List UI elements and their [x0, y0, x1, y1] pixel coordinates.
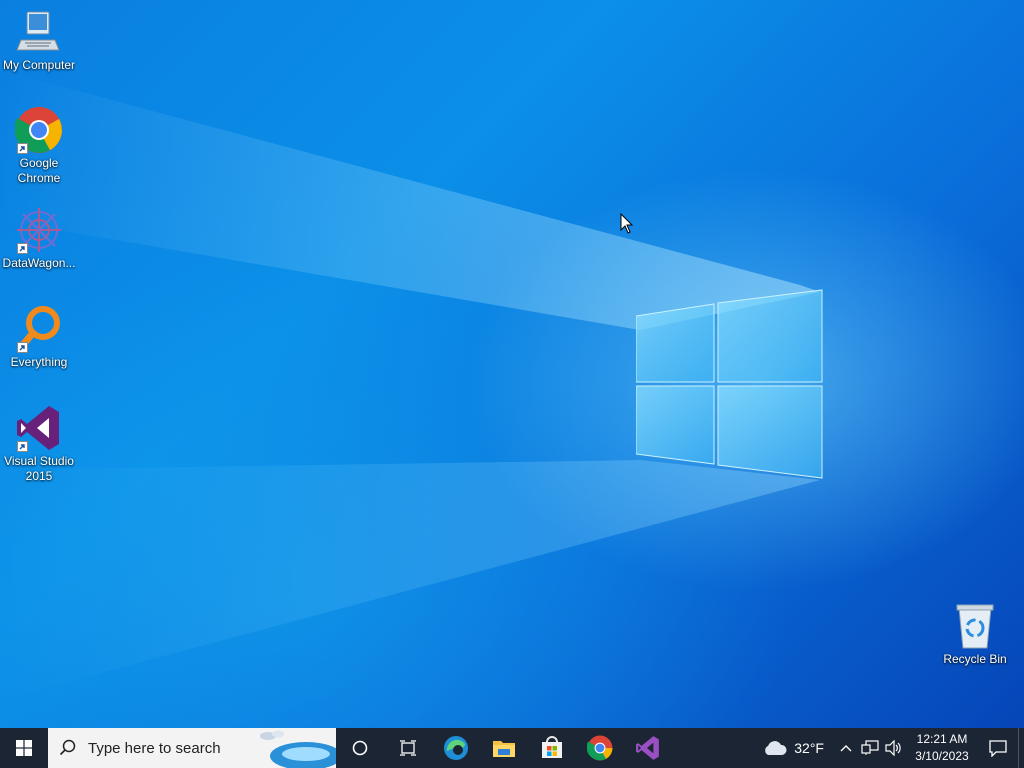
start-button[interactable]: [0, 728, 48, 768]
cortana-icon: [352, 740, 368, 756]
recycle-bin-icon: [951, 602, 999, 650]
icon-label: Google Chrome: [17, 156, 61, 185]
icon-label: Recycle Bin: [943, 652, 1007, 666]
chrome-icon: [14, 106, 63, 154]
desktop-icon-datawagon[interactable]: DataWagon...: [0, 206, 78, 271]
search-box[interactable]: Type here to search: [48, 728, 336, 768]
weather-widget[interactable]: 32°F: [752, 739, 834, 757]
taskbar-visual-studio[interactable]: [624, 728, 672, 768]
everything-search-icon: [15, 305, 63, 353]
shortcut-arrow-icon: [17, 243, 28, 254]
taskbar-chrome[interactable]: [576, 728, 624, 768]
system-tray: 32°F 12:21 AM 3/10/2023: [752, 728, 1024, 768]
weather-temperature: 32°F: [794, 740, 824, 756]
search-icon: [48, 739, 88, 757]
wallpaper-light-beams: [0, 70, 820, 700]
taskbar: Type here to search 32°F 12:21 AM 3/10/2…: [0, 728, 1024, 768]
shortcut-arrow-icon: [17, 143, 28, 154]
search-highlight-illustration-icon: [260, 730, 336, 768]
task-view-icon: [400, 740, 416, 756]
chevron-up-icon: [840, 745, 852, 752]
icon-label: DataWagon...: [2, 256, 76, 270]
volume-button[interactable]: [882, 728, 906, 768]
shortcut-arrow-icon: [17, 342, 28, 353]
task-view-button[interactable]: [384, 728, 432, 768]
desktop-icon-recycle-bin[interactable]: Recycle Bin: [936, 602, 1014, 667]
desktop-icon-everything[interactable]: Everything: [0, 305, 78, 370]
desktop-icon-visual-studio[interactable]: Visual Studio 2015: [0, 404, 78, 484]
icon-label: My Computer: [2, 58, 76, 72]
edge-icon: [444, 736, 468, 760]
icon-label: Visual Studio 2015: [4, 454, 74, 483]
taskbar-microsoft-store[interactable]: [528, 728, 576, 768]
desktop-icon-google-chrome[interactable]: Google Chrome: [0, 106, 78, 186]
clock-time: 12:21 AM: [916, 732, 968, 746]
taskbar-file-explorer[interactable]: [480, 728, 528, 768]
show-hidden-icons-button[interactable]: [834, 728, 858, 768]
datawagon-icon: [15, 206, 63, 254]
network-icon: [861, 740, 879, 755]
file-explorer-icon: [493, 741, 515, 757]
taskbar-clock[interactable]: 12:21 AM 3/10/2023: [906, 731, 978, 765]
action-center-icon: [989, 740, 1007, 757]
cloud-icon: [765, 741, 787, 755]
show-desktop-button[interactable]: [1018, 728, 1024, 768]
icon-label: Everything: [10, 355, 68, 369]
windows-logo-wallpaper: [636, 289, 823, 479]
microsoft-store-icon: [542, 736, 562, 758]
clock-date: 3/10/2023: [915, 749, 969, 763]
desktop[interactable]: My Computer Google Chrome DataWagon... E…: [0, 0, 1024, 728]
mouse-cursor-icon: [620, 213, 634, 234]
desktop-icon-my-computer[interactable]: My Computer: [0, 8, 78, 73]
computer-icon: [15, 8, 63, 56]
visual-studio-icon: [15, 404, 63, 452]
chrome-icon: [587, 735, 613, 761]
shortcut-arrow-icon: [17, 441, 28, 452]
action-center-button[interactable]: [978, 728, 1018, 768]
search-placeholder: Type here to search: [88, 739, 221, 757]
visual-studio-icon: [636, 736, 659, 760]
volume-icon: [885, 740, 901, 756]
network-button[interactable]: [858, 728, 882, 768]
cortana-button[interactable]: [336, 728, 384, 768]
taskbar-edge[interactable]: [432, 728, 480, 768]
windows-start-icon: [16, 740, 32, 756]
